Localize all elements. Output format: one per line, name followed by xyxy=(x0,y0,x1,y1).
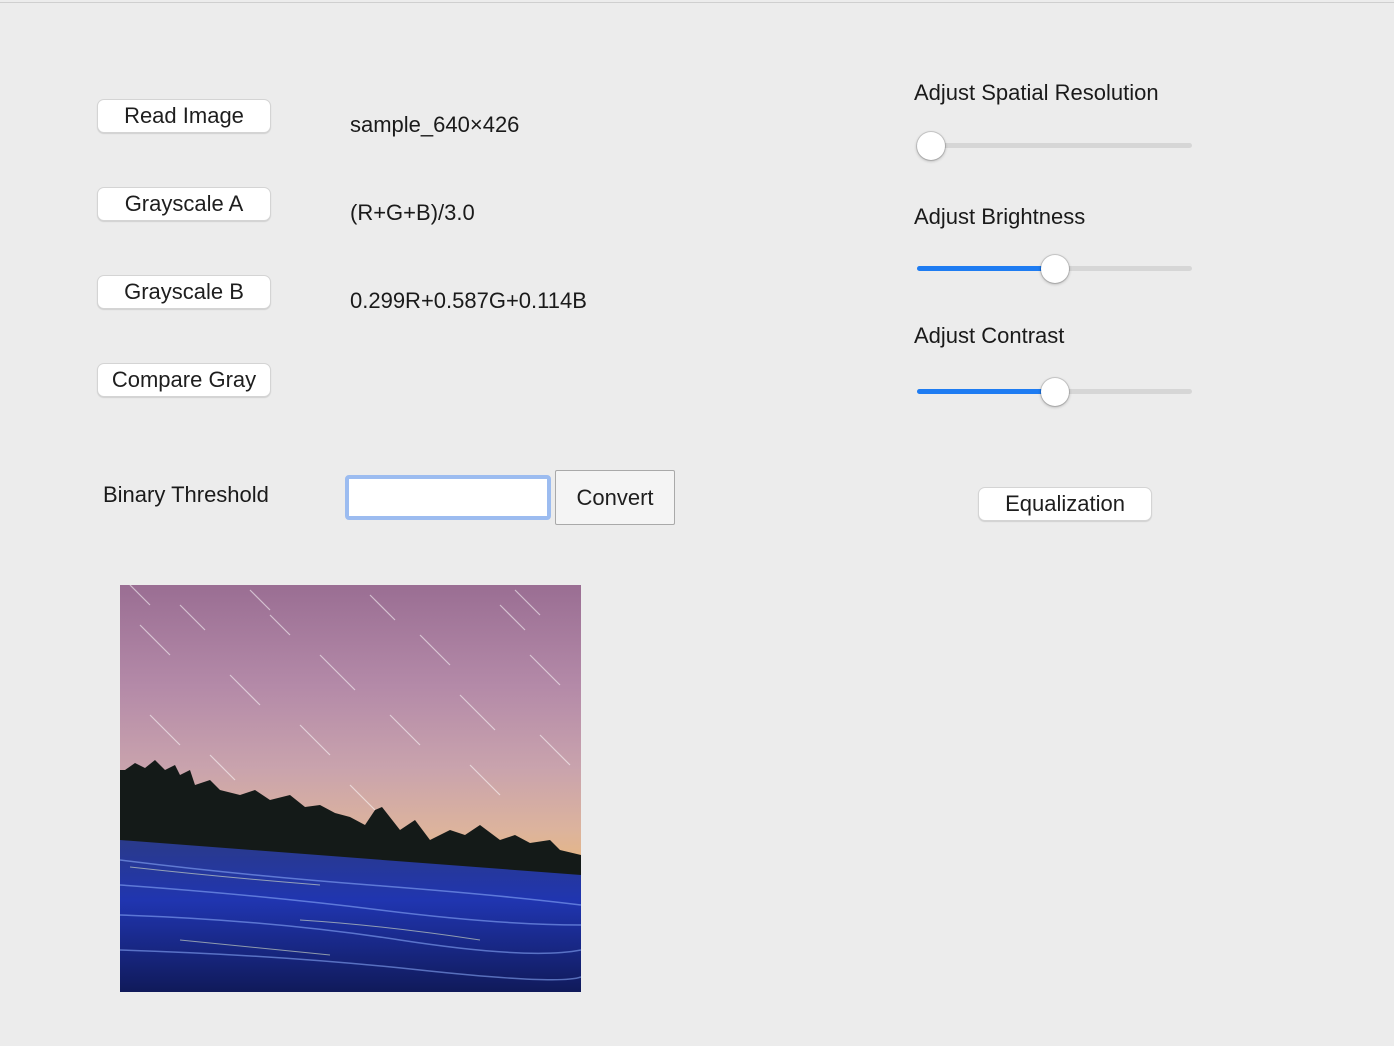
filename-label: sample_640×426 xyxy=(350,112,520,137)
slider-fill xyxy=(917,266,1055,271)
app-window: Read Image Grayscale A Grayscale B Compa… xyxy=(0,0,1394,1046)
brightness-label: Adjust Brightness xyxy=(914,204,1086,229)
spatial-resolution-slider[interactable] xyxy=(917,132,1192,160)
convert-button[interactable]: Convert xyxy=(555,470,675,525)
grayscale-b-button[interactable]: Grayscale B xyxy=(97,275,271,309)
image-preview xyxy=(120,585,581,992)
contrast-label: Adjust Contrast xyxy=(914,323,1065,348)
slider-fill xyxy=(917,389,1055,394)
slider-thumb[interactable] xyxy=(1041,378,1069,406)
landscape-photo xyxy=(120,585,581,992)
window-top-border xyxy=(0,2,1394,3)
slider-track xyxy=(917,143,1192,148)
formula-b-label: 0.299R+0.587G+0.114B xyxy=(350,288,587,313)
brightness-slider[interactable] xyxy=(917,255,1192,283)
equalization-button[interactable]: Equalization xyxy=(978,487,1152,521)
compare-gray-button[interactable]: Compare Gray xyxy=(97,363,271,397)
threshold-input[interactable] xyxy=(345,475,551,520)
slider-thumb[interactable] xyxy=(917,132,945,160)
spatial-resolution-label: Adjust Spatial Resolution xyxy=(914,80,1159,105)
grayscale-a-button[interactable]: Grayscale A xyxy=(97,187,271,221)
binary-threshold-label: Binary Threshold xyxy=(103,482,269,507)
contrast-slider[interactable] xyxy=(917,378,1192,406)
formula-a-label: (R+G+B)/3.0 xyxy=(350,200,475,225)
read-image-button[interactable]: Read Image xyxy=(97,99,271,133)
slider-thumb[interactable] xyxy=(1041,255,1069,283)
